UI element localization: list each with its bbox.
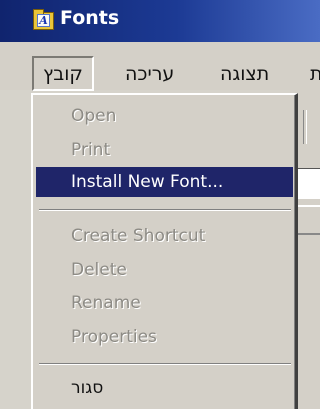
menu-item-properties[interactable]: Properties — [71, 326, 157, 348]
menu-file-label: קובץ — [43, 63, 83, 85]
menu-item-create-shortcut[interactable]: Create Shortcut — [71, 225, 205, 247]
menu-item-rename[interactable]: Rename — [71, 292, 141, 314]
menu-view[interactable]: תצוגה — [220, 62, 269, 86]
window-title: Fonts — [60, 7, 120, 29]
menu-file[interactable]: קובץ — [32, 56, 94, 91]
menu-edit[interactable]: עריכה — [125, 62, 174, 86]
menu-item-delete[interactable]: Delete — [71, 259, 127, 281]
title-bar: A Fonts — [0, 0, 320, 42]
menu-item-close[interactable]: סגור — [71, 377, 103, 399]
menu-item-print[interactable]: Print — [71, 139, 110, 161]
menu-separator — [39, 363, 291, 365]
menu-item-open[interactable]: Open — [71, 105, 116, 127]
file-menu-dropdown: Open Print Install New Font... Create Sh… — [31, 93, 298, 409]
menu-item-install-new-font[interactable]: Install New Font... — [71, 171, 223, 193]
toolbar-separator — [303, 110, 307, 144]
menu-separator — [39, 209, 291, 211]
fonts-folder-icon: A — [33, 9, 54, 30]
menu-more[interactable]: ת — [310, 62, 320, 86]
